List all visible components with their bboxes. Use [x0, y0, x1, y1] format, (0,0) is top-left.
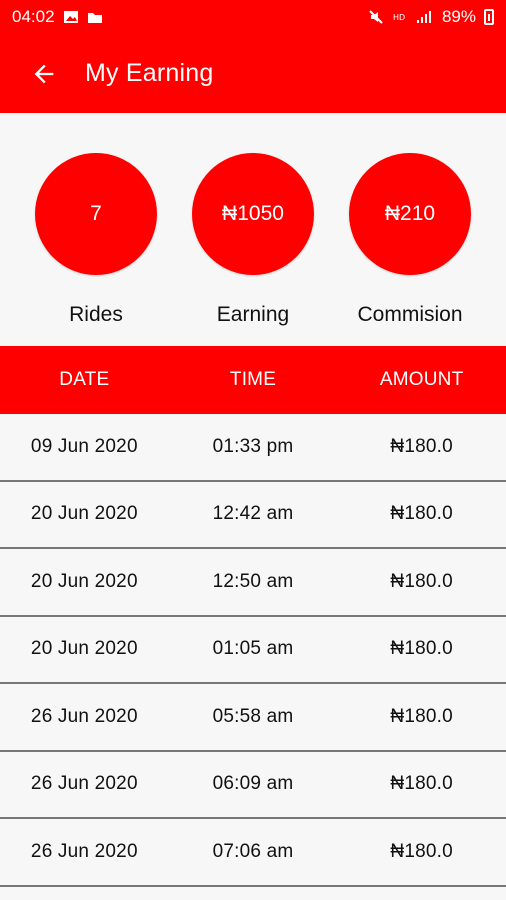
row-time: 12:50 am	[212, 570, 294, 592]
header-time: TIME	[229, 369, 277, 390]
status-left: 04:02	[12, 7, 103, 27]
status-right: HD 89%	[368, 7, 494, 27]
commission-stat: ₦210 Commision	[348, 153, 472, 327]
row-date: 20 Jun 2020	[30, 503, 138, 525]
app-bar: My Earning	[0, 34, 506, 113]
commission-circle: ₦210	[349, 153, 471, 275]
header-date: DATE	[59, 369, 110, 390]
table-row[interactable]: 09 Jun 2020 01:33 pm ₦180.0	[0, 414, 506, 482]
row-date: 26 Jun 2020	[30, 840, 138, 862]
hd-icon: HD	[393, 13, 405, 22]
table-row[interactable]: 26 Jun 2020 07:06 am ₦180.0	[0, 819, 506, 887]
status-bar: 04:02 HD 89%	[0, 0, 506, 34]
row-amount: ₦180.0	[390, 705, 453, 727]
table-row[interactable]: 26 Jun 2020 06:09 am ₦180.0	[0, 751, 506, 819]
rides-circle: 7	[35, 153, 157, 275]
table-row[interactable]: 26 Jun 2020 05:58 am ₦180.0	[0, 684, 506, 752]
stats-section: 7 Rides ₦1050 Earning ₦210 Commision	[0, 113, 506, 346]
signal-icon	[416, 11, 431, 23]
row-amount: ₦180.0	[390, 435, 453, 457]
status-time: 04:02	[12, 7, 55, 26]
row-time: 01:33 pm	[212, 435, 294, 457]
earnings-table: 09 Jun 2020 01:33 pm ₦180.0 20 Jun 2020 …	[0, 414, 506, 887]
row-date: 09 Jun 2020	[30, 435, 138, 457]
rides-stat: 7 Rides	[34, 153, 158, 327]
row-amount: ₦180.0	[390, 638, 453, 660]
mute-icon	[369, 10, 383, 24]
row-amount: ₦180.0	[390, 570, 453, 592]
row-time: 06:09 am	[212, 773, 294, 795]
row-amount: ₦180.0	[390, 773, 453, 795]
header-amount: AMOUNT	[379, 369, 464, 390]
page-title: My Earning	[85, 59, 214, 87]
earning-stat: ₦1050 Earning	[191, 153, 315, 327]
row-time: 01:05 am	[212, 638, 294, 660]
row-time: 05:58 am	[212, 705, 294, 727]
row-time: 12:42 am	[212, 503, 294, 525]
table-row[interactable]: 20 Jun 2020 01:05 am ₦180.0	[0, 616, 506, 684]
table-row[interactable]: 20 Jun 2020 12:42 am ₦180.0	[0, 481, 506, 549]
row-amount: ₦180.0	[390, 503, 453, 525]
commission-value: ₦210	[384, 202, 436, 225]
earning-value: ₦1050	[222, 202, 284, 225]
row-date: 26 Jun 2020	[30, 773, 138, 795]
row-date: 20 Jun 2020	[30, 570, 138, 592]
gallery-icon	[63, 11, 78, 23]
commission-label: Commision	[357, 303, 463, 326]
row-time: 07:06 am	[212, 840, 294, 862]
rides-label: Rides	[69, 303, 123, 326]
battery-percentage: 89%	[441, 7, 476, 26]
folder-icon	[87, 13, 102, 23]
svg-text:HD: HD	[393, 13, 405, 22]
back-arrow-icon	[34, 64, 54, 83]
row-date: 20 Jun 2020	[30, 638, 138, 660]
row-amount: ₦180.0	[390, 840, 453, 862]
rides-value: 7	[90, 202, 102, 225]
back-button[interactable]	[28, 58, 60, 90]
earning-circle: ₦1050	[192, 153, 314, 275]
table-row[interactable]: 20 Jun 2020 12:50 am ₦180.0	[0, 549, 506, 617]
earning-label: Earning	[216, 303, 290, 326]
battery-icon	[484, 9, 494, 25]
row-date: 26 Jun 2020	[30, 705, 138, 727]
table-header: DATE TIME AMOUNT	[0, 346, 506, 414]
